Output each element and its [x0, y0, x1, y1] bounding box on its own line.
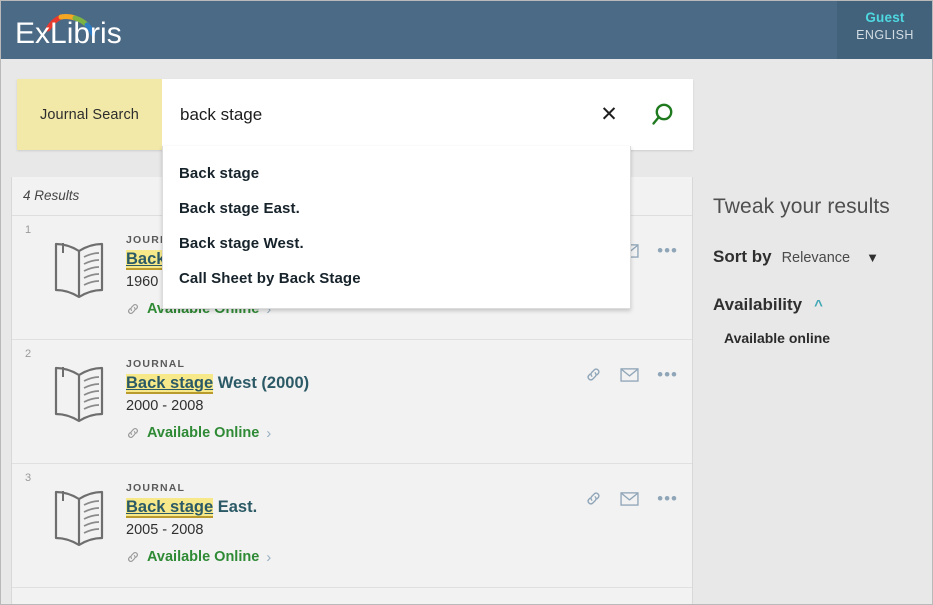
search-input-wrapper: [162, 79, 587, 150]
chevron-down-icon[interactable]: ▼: [866, 250, 879, 265]
chevron-right-icon: ›: [266, 548, 272, 566]
table-row[interactable]: 3 JOURNAL Back stage East. 2005 - 2008 A…: [12, 464, 692, 588]
availability-text: Available Online: [147, 549, 260, 565]
title-highlight: Back stage: [126, 374, 214, 394]
autocomplete-option[interactable]: Back stage: [163, 156, 630, 191]
link-icon: [587, 492, 600, 505]
result-index: 2: [25, 348, 32, 360]
link-icon: [128, 552, 138, 562]
permalink-button[interactable]: [585, 490, 602, 507]
link-icon: [128, 428, 138, 438]
facets-sidebar: Tweak your results Sort by Relevance ▼ A…: [694, 177, 932, 604]
sort-by-value[interactable]: Relevance: [782, 250, 851, 266]
resource-type: JOURNAL: [126, 358, 186, 370]
svg-text:ExLibris: ExLibris: [15, 17, 122, 50]
row-action-buttons: •••: [585, 490, 678, 507]
resource-type: JOURNAL: [126, 482, 186, 494]
facet-availability-header[interactable]: Availability ^: [713, 295, 932, 315]
facet-item-available-online[interactable]: Available online: [724, 330, 932, 346]
more-options-icon: •••: [657, 364, 678, 384]
more-options-button[interactable]: •••: [657, 364, 678, 384]
result-title-link[interactable]: Back stage West (2000): [126, 374, 310, 394]
language-label[interactable]: ENGLISH: [837, 26, 932, 44]
title-rest: East.: [213, 498, 258, 516]
title-highlight: Back stage: [126, 498, 214, 518]
facet-title: Availability: [713, 295, 803, 314]
row-action-buttons: •••: [585, 366, 678, 383]
result-title-link[interactable]: Back stage East.: [126, 498, 258, 518]
search-bar: Journal Search ✕: [17, 79, 693, 150]
result-details: JOURNAL Back stage West (2000) 2000 - 20…: [126, 358, 562, 441]
journal-book-icon: [43, 357, 115, 429]
clear-search-icon[interactable]: ✕: [587, 79, 631, 150]
sidebar-title: Tweak your results: [713, 195, 890, 218]
results-count: 4 Results: [23, 188, 80, 203]
chevron-right-icon: ›: [266, 424, 272, 442]
result-date: 2005 - 2008: [126, 522, 204, 538]
top-header-bar: ExLibris Guest ENGLISH: [1, 1, 932, 59]
autocomplete-option[interactable]: Back stage East.: [163, 191, 630, 226]
autocomplete-option[interactable]: Back stage West.: [163, 226, 630, 261]
permalink-button[interactable]: [585, 366, 602, 383]
table-row[interactable]: 2 JOURNAL Back stage West (2000) 2000 - …: [12, 340, 692, 464]
more-options-button[interactable]: •••: [657, 488, 678, 508]
availability-text: Available Online: [147, 425, 260, 441]
email-button[interactable]: [620, 491, 639, 506]
title-rest: West (2000): [213, 374, 310, 392]
guest-label: Guest: [865, 10, 905, 25]
search-submit-button[interactable]: [631, 79, 693, 150]
more-options-icon: •••: [657, 240, 678, 260]
exlibris-logo[interactable]: ExLibris: [13, 7, 213, 53]
result-index: 3: [25, 472, 32, 484]
link-icon: [128, 304, 138, 314]
email-button[interactable]: [620, 367, 639, 382]
result-index: 1: [25, 224, 32, 236]
envelope-icon: [620, 368, 639, 382]
chevron-up-icon[interactable]: ^: [814, 297, 823, 314]
search-input[interactable]: [178, 103, 587, 126]
availability-link[interactable]: Available Online ›: [126, 425, 271, 441]
more-options-icon: •••: [657, 488, 678, 508]
autocomplete-dropdown: Back stage Back stage East. Back stage W…: [162, 146, 631, 309]
search-icon: [652, 103, 673, 125]
result-date: 2000 - 2008: [126, 398, 204, 414]
more-options-button[interactable]: •••: [657, 240, 678, 260]
envelope-icon: [620, 492, 639, 506]
result-details: JOURNAL Back stage East. 2005 - 2008 Ava…: [126, 482, 562, 565]
autocomplete-option[interactable]: Call Sheet by Back Stage: [163, 261, 630, 296]
sort-by-label: Sort by: [713, 247, 772, 266]
link-icon: [587, 368, 600, 381]
guest-account-box[interactable]: Guest ENGLISH: [837, 1, 932, 59]
scope-tab-journal-search[interactable]: Journal Search: [17, 79, 162, 150]
journal-book-icon: [43, 481, 115, 553]
sort-by-row: Sort by Relevance ▼: [713, 247, 932, 267]
application-window: ExLibris Guest ENGLISH Journal Search ✕ …: [0, 0, 933, 605]
availability-link[interactable]: Available Online ›: [126, 549, 271, 565]
journal-book-icon: [43, 233, 115, 305]
